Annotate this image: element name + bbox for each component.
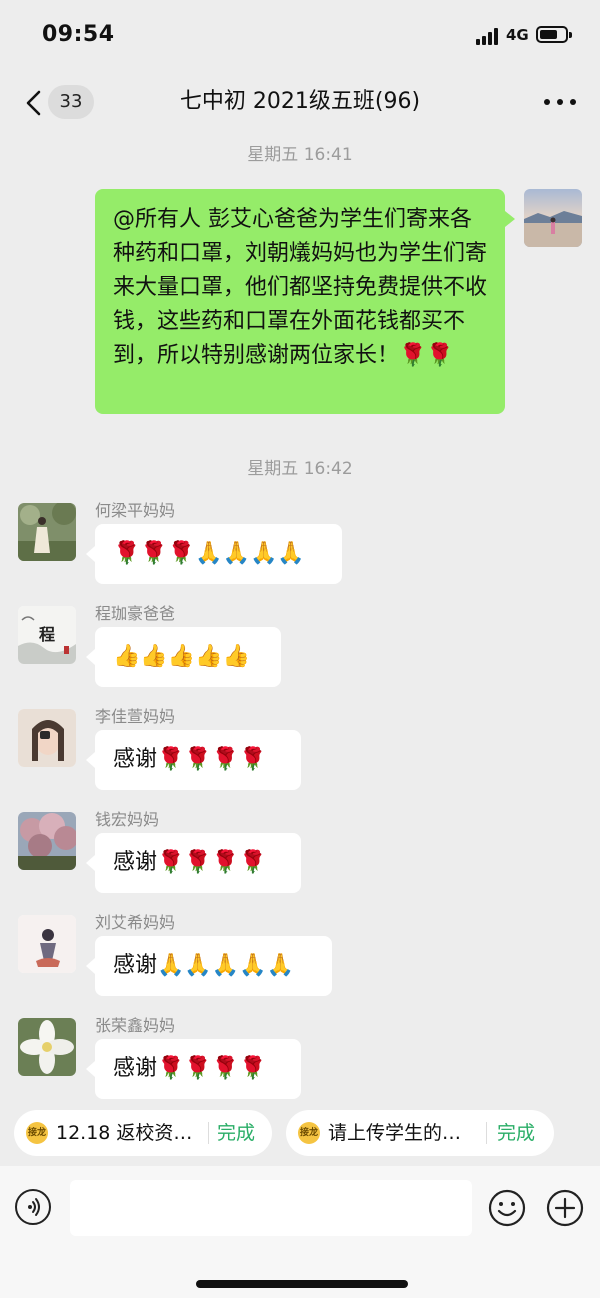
pinned-task-title: 请上传学生的…	[328, 1122, 462, 1144]
emoji-icon[interactable]	[488, 1189, 526, 1227]
sender-name: 钱宏妈妈	[95, 810, 160, 829]
sender-name: 程珈豪爸爸	[95, 604, 176, 623]
sent-message-bubble[interactable]: @所有人 彭艾心爸爸为学生们寄来各种药和口罩，刘朝燨妈妈也为学生们寄来大量口罩，…	[95, 189, 515, 414]
pinned-task-title: 12.18 返校资…	[56, 1122, 193, 1144]
message-bubble[interactable]: 感谢🌹🌹🌹🌹	[86, 730, 301, 790]
chat-title: 七中初 2021级五班(96)	[179, 89, 421, 114]
sender-avatar[interactable]	[18, 503, 76, 561]
sender-name: 李佳萱妈妈	[95, 707, 176, 726]
message-bubble[interactable]: 感谢🙏🙏🙏🙏🙏	[86, 936, 332, 996]
back-chevron-icon[interactable]	[22, 89, 46, 117]
message-bubble[interactable]: 感谢🌹🌹🌹🌹	[86, 833, 301, 893]
chat-message-row: 刘艾希妈妈 感谢🙏🙏🙏🙏🙏	[0, 913, 600, 1005]
more-options-icon[interactable]	[544, 99, 576, 107]
lakeside-photo-avatar	[524, 189, 582, 247]
sender-avatar[interactable]	[18, 812, 76, 870]
voice-input-icon[interactable]	[15, 1189, 51, 1225]
chat-message-row: 张荣鑫妈妈 感谢🌹🌹🌹🌹	[0, 1016, 600, 1108]
figure-illustration-icon	[18, 915, 76, 973]
signal-icon	[476, 27, 502, 45]
white-flower-photo-icon	[18, 1018, 76, 1076]
message-bubble[interactable]: 👍👍👍👍👍	[86, 627, 281, 687]
solitaire-icon: 接龙	[298, 1122, 320, 1144]
sender-name: 张荣鑫妈妈	[95, 1016, 176, 1035]
sender-name: 何梁平妈妈	[95, 501, 176, 520]
pinned-task-2[interactable]: 接龙 请上传学生的… 完成	[286, 1110, 554, 1156]
ink-painting-icon: 程	[18, 606, 76, 664]
pinned-task-1[interactable]: 接龙 12.18 返校资… 完成	[14, 1110, 272, 1156]
message-timestamp: 星期五 16:42	[247, 459, 353, 479]
battery-level	[540, 30, 557, 39]
chat-header: 33 七中初 2021级五班(96)	[0, 72, 600, 134]
chat-message-row: 程 程珈豪爸爸 👍👍👍👍👍	[0, 604, 600, 696]
message-timestamp: 星期五 16:41	[247, 145, 353, 165]
done-button[interactable]: 完成	[497, 1110, 535, 1156]
chat-message-row: 钱宏妈妈 感谢🌹🌹🌹🌹	[0, 810, 600, 902]
sender-avatar[interactable]	[18, 709, 76, 767]
sender-avatar[interactable]: 程	[18, 606, 76, 664]
unread-count-badge[interactable]: 33	[48, 85, 94, 119]
plus-icon[interactable]	[546, 1189, 584, 1227]
done-button[interactable]: 完成	[217, 1110, 255, 1156]
status-time: 09:54	[42, 22, 115, 47]
my-avatar[interactable]	[524, 189, 582, 247]
sender-avatar[interactable]	[18, 1018, 76, 1076]
message-bubble[interactable]: 感谢🌹🌹🌹🌹	[86, 1039, 301, 1099]
battery-icon	[536, 26, 572, 43]
message-input[interactable]	[70, 1180, 472, 1236]
avatar-char: 程	[39, 625, 55, 644]
home-indicator[interactable]	[196, 1280, 408, 1288]
sender-name: 刘艾希妈妈	[95, 913, 176, 932]
pinned-tasks-bar: 接龙 12.18 返校资… 完成 接龙 请上传学生的… 完成	[0, 1100, 600, 1166]
chat-message-row: 何梁平妈妈 🌹🌹🌹🙏🙏🙏🙏	[0, 501, 600, 593]
message-input-bar	[0, 1166, 600, 1298]
woman-outdoor-photo-icon	[18, 503, 76, 561]
network-type: 4G	[506, 26, 529, 44]
solitaire-icon: 接龙	[26, 1122, 48, 1144]
message-bubble[interactable]: 🌹🌹🌹🙏🙏🙏🙏	[86, 524, 342, 584]
status-bar: 09:54 4G	[0, 0, 600, 72]
sender-avatar[interactable]	[18, 915, 76, 973]
woman-selfie-photo-icon	[18, 709, 76, 767]
blossom-tree-photo-icon	[18, 812, 76, 870]
chat-message-row: 李佳萱妈妈 感谢🌹🌹🌹🌹	[0, 707, 600, 799]
